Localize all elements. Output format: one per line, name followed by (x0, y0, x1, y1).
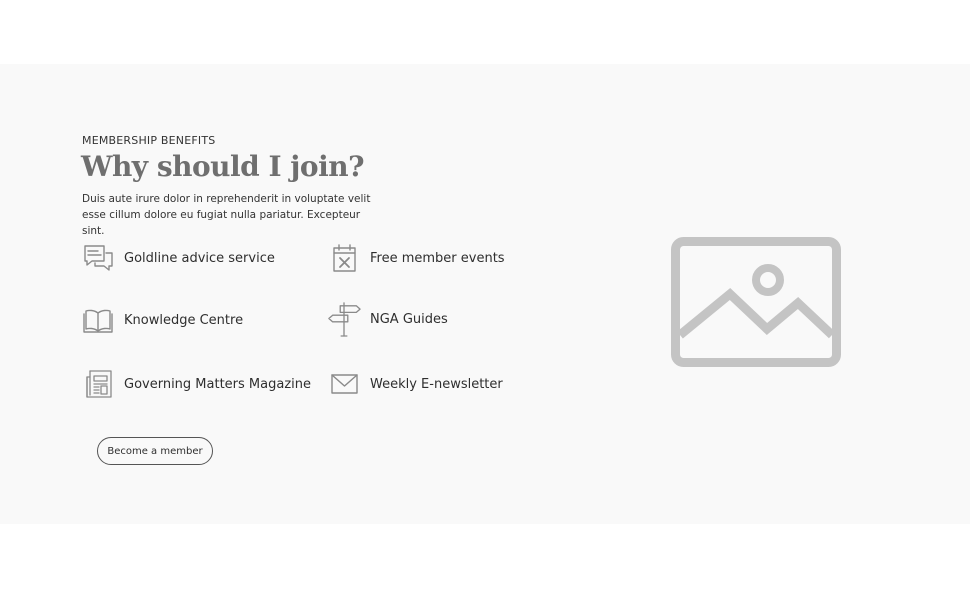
benefit-label: Weekly E-newsletter (370, 376, 503, 392)
benefit-item-goldline: Goldline advice service (81, 241, 275, 275)
envelope-icon (327, 367, 361, 401)
signpost-icon (327, 302, 361, 337)
benefit-item-nga-guides: NGA Guides (327, 302, 448, 337)
benefit-item-enewsletter: Weekly E-newsletter (327, 367, 503, 401)
section-intro: Duis aute irure dolor in reprehenderit i… (82, 193, 371, 237)
benefit-item-magazine: Governing Matters Magazine (81, 367, 311, 401)
benefit-label: Governing Matters Magazine (124, 376, 312, 392)
chat-bubbles-icon (81, 241, 115, 275)
benefit-label: NGA Guides (370, 311, 448, 327)
image-placeholder-icon (671, 237, 841, 367)
newspaper-icon (81, 367, 115, 401)
benefit-label: Goldline advice service (124, 250, 275, 266)
benefit-item-events: Free member events (327, 241, 505, 275)
section-eyebrow: MEMBERSHIP BENEFITS (82, 134, 216, 147)
section-title: Why should I join? (81, 150, 365, 183)
calendar-x-icon (327, 241, 361, 275)
benefit-label: Free member events (370, 250, 505, 266)
open-book-icon (81, 303, 115, 337)
benefit-item-knowledge-centre: Knowledge Centre (81, 303, 243, 337)
become-member-button[interactable]: Become a member (97, 437, 213, 465)
image-placeholder (671, 237, 841, 367)
benefit-label: Knowledge Centre (124, 312, 244, 328)
